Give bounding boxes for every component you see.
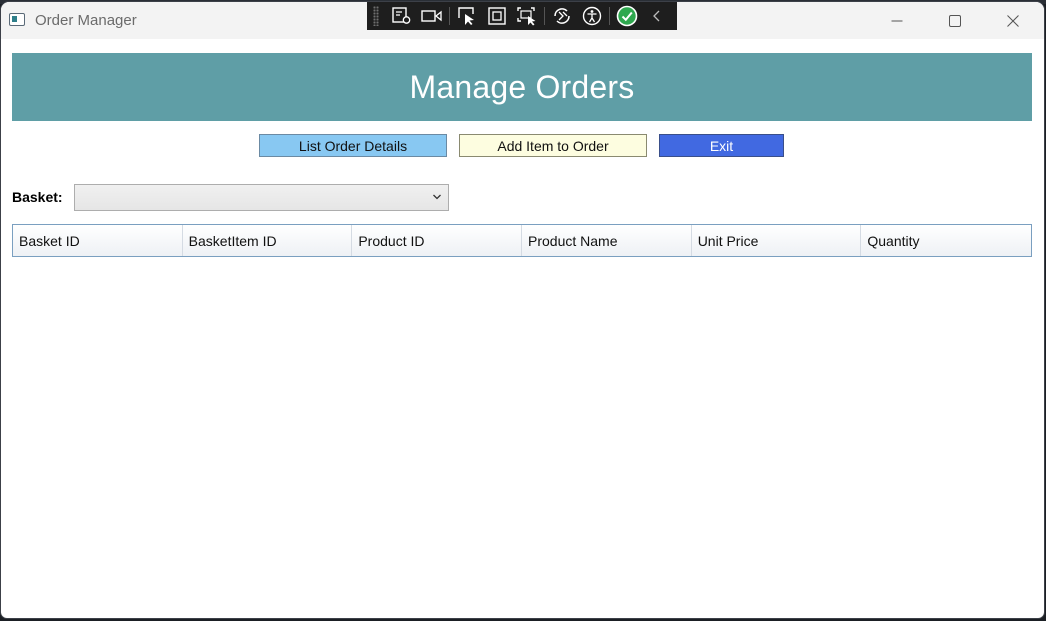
hot-reload-button[interactable] (547, 3, 577, 29)
grid-header-row: Basket ID BasketItem ID Product ID Produ… (13, 225, 1032, 256)
column-header-quantity[interactable]: Quantity (861, 225, 1032, 256)
column-header-product-id[interactable]: Product ID (352, 225, 523, 256)
track-focus-button[interactable] (512, 3, 542, 29)
maximize-button[interactable] (926, 2, 984, 39)
track-focus-icon (517, 7, 536, 26)
toolbar-separator (449, 7, 450, 25)
app-window-icon (9, 13, 25, 26)
window-title: Order Manager (35, 12, 137, 29)
close-icon (1007, 14, 1019, 27)
basket-label: Basket: (12, 189, 63, 205)
collapse-toolbar-button[interactable] (642, 3, 672, 29)
binding-ok-icon (616, 5, 638, 27)
column-header-product-name[interactable]: Product Name (522, 225, 692, 256)
close-button[interactable] (984, 2, 1042, 39)
record-icon (421, 10, 442, 22)
live-visual-tree-icon (392, 7, 411, 24)
list-order-details-button[interactable]: List Order Details (259, 134, 447, 157)
live-visual-tree-button[interactable] (387, 3, 417, 29)
header-banner: Manage Orders (12, 53, 1032, 121)
app-window: Order Manager Manage Orders List Order D… (1, 2, 1044, 618)
hot-reload-icon (554, 8, 570, 24)
collapse-chevron-icon (653, 10, 660, 22)
column-header-unit-price[interactable]: Unit Price (691, 225, 862, 256)
accessibility-icon (582, 6, 602, 26)
exit-button[interactable]: Exit (659, 134, 784, 157)
column-header-basket-id[interactable]: Basket ID (13, 225, 183, 256)
select-element-icon (458, 7, 474, 25)
chevron-down-icon (433, 194, 441, 200)
record-button[interactable] (417, 3, 447, 29)
page-title: Manage Orders (409, 68, 635, 105)
toolbar-grip[interactable] (373, 6, 379, 26)
display-layout-adorners-icon (488, 7, 506, 25)
minimize-button[interactable] (868, 2, 926, 39)
maximize-icon (949, 14, 961, 27)
toolbar-separator (544, 7, 545, 25)
binding-failures-button[interactable] (612, 3, 642, 29)
xaml-debug-toolbar (367, 2, 677, 30)
toolbar-separator (609, 7, 610, 25)
add-item-to-order-button[interactable]: Add Item to Order (459, 134, 647, 157)
column-header-basketitem-id[interactable]: BasketItem ID (182, 225, 353, 256)
order-details-grid[interactable]: Basket ID BasketItem ID Product ID Produ… (12, 224, 1032, 257)
minimize-icon (891, 20, 903, 21)
accessibility-checker-button[interactable] (577, 3, 607, 29)
basket-combobox[interactable] (74, 184, 449, 211)
select-element-button[interactable] (452, 3, 482, 29)
display-layout-adorners-button[interactable] (482, 3, 512, 29)
